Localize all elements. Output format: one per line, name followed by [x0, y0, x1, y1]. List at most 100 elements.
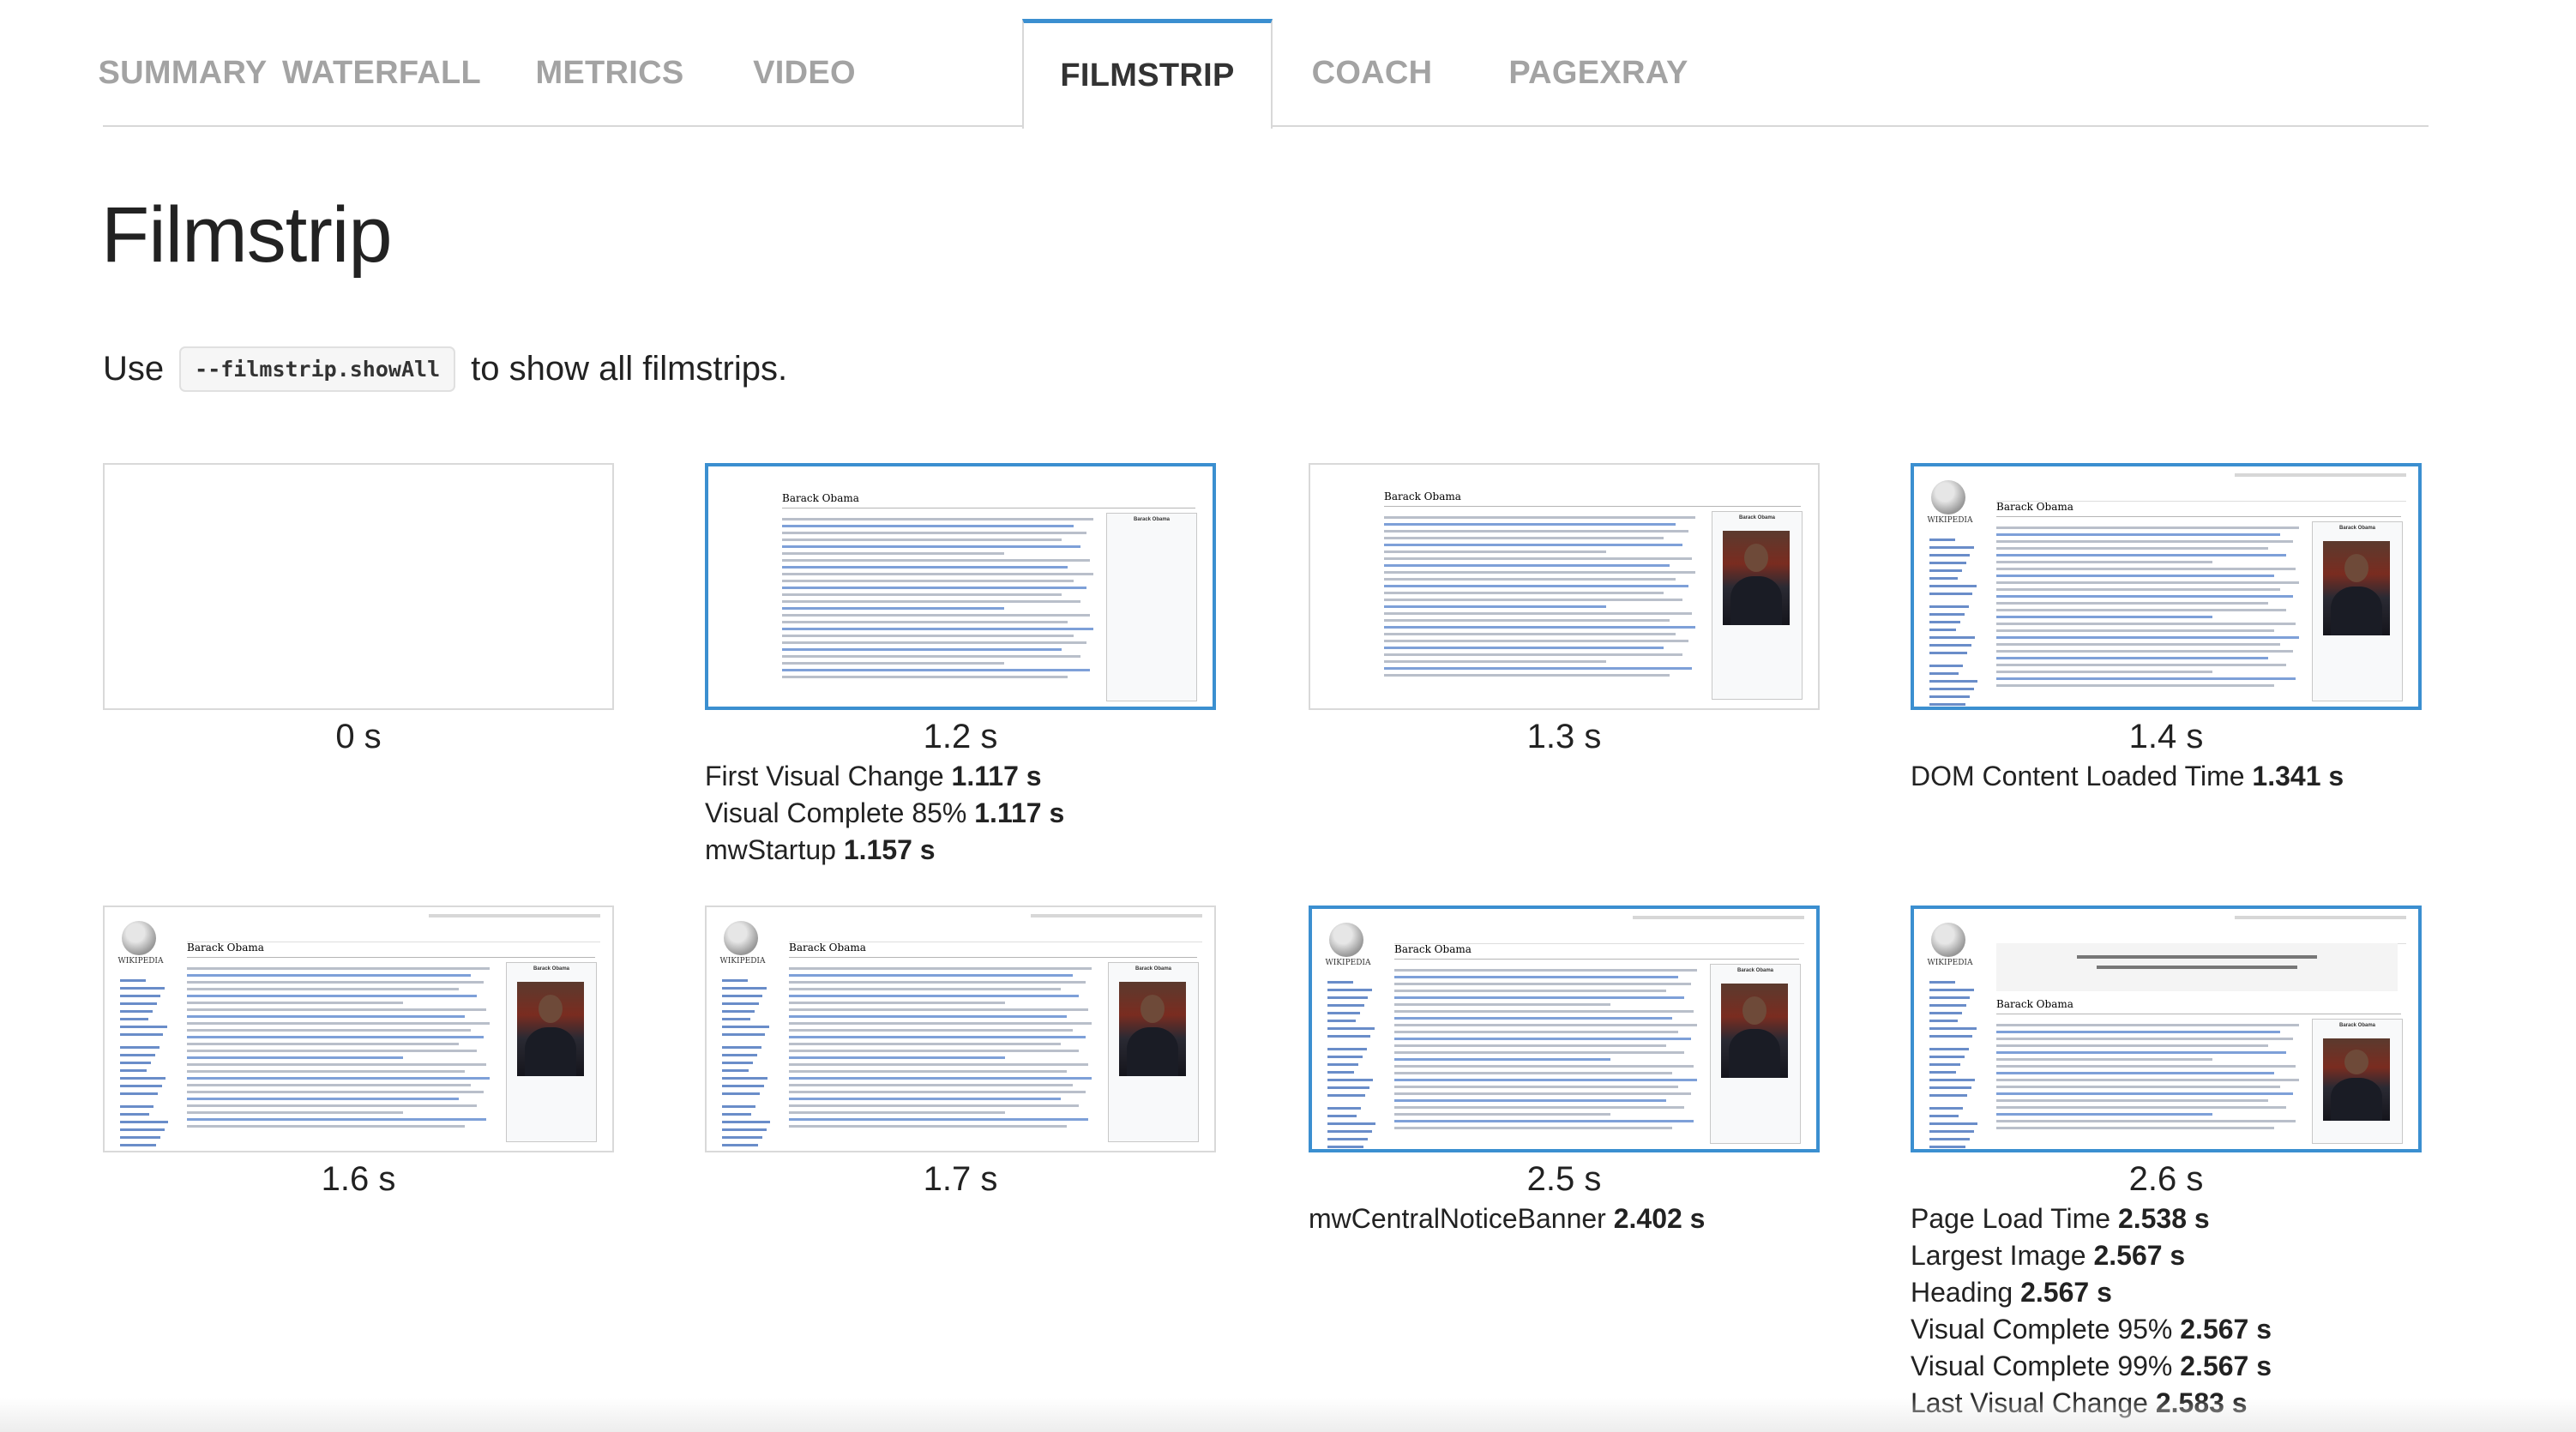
metric-value: 2.538 s — [2117, 1203, 2210, 1234]
text-lines — [789, 967, 1098, 1132]
text-lines — [1384, 516, 1701, 681]
portrait-photo — [1723, 531, 1790, 625]
portrait-suit — [2331, 1078, 2382, 1121]
portrait-photo — [2323, 1038, 2390, 1121]
tab-metrics[interactable]: METRICS — [501, 19, 719, 127]
wikipedia-wordmark: WIKIPEDIA — [719, 957, 766, 966]
frame-metric: DOM Content Loaded Time 1.341 s — [1911, 758, 2422, 795]
frame-screenshot[interactable]: Barack Obama Barack Obama — [1309, 463, 1820, 710]
metric-name: Heading — [1911, 1277, 2013, 1308]
wikipedia-wordmark: WIKIPEDIA — [1927, 516, 1973, 525]
filmstrip-frame: Barack Obama Barack Obama 1.3 s — [1309, 463, 1820, 758]
tab-summary[interactable]: SUMMARY — [98, 19, 267, 127]
tab-video[interactable]: VIDEO — [719, 19, 890, 127]
infobox-caption: Barack Obama — [2338, 526, 2376, 531]
frame-metric: Visual Complete 99% 2.567 s — [1911, 1348, 2422, 1385]
metric-name: DOM Content Loaded Time — [1911, 761, 2245, 791]
wikipedia-logo-icon — [1329, 923, 1363, 957]
portrait-suit — [1729, 1028, 1780, 1078]
filmstrip-frame: WIKIPEDIA Barack Obama Barack Obama 1.4 s DO… — [1911, 463, 2422, 795]
infobox-caption: Barack Obama — [1736, 968, 1774, 973]
wikipedia-logo-icon — [1931, 923, 1965, 957]
frame-metric: Page Load Time 2.538 s — [1911, 1200, 2422, 1237]
metric-value: 2.567 s — [2180, 1314, 2272, 1345]
title-rule — [1996, 516, 2401, 517]
filmstrip-page: SUMMARY WATERFALL METRICS VIDEO FILMSTRI… — [0, 0, 2576, 1432]
infobox-caption: Barack Obama — [1133, 517, 1171, 522]
tab-pagexray[interactable]: PAGEXRAY — [1472, 19, 1725, 127]
frame-metric: Heading 2.567 s — [1911, 1274, 2422, 1311]
central-notice-banner — [1996, 943, 2398, 991]
infobox: Barack Obama — [2312, 1019, 2403, 1144]
portrait-face — [1743, 544, 1769, 573]
frame-screenshot[interactable]: Barack Obama Barack Obama — [705, 463, 1216, 710]
page-title: Filmstrip — [101, 191, 393, 279]
frame-screenshot[interactable]: WIKIPEDIA Barack Obama Barack Obama — [103, 906, 614, 1152]
frame-screenshot[interactable] — [103, 463, 614, 710]
tab-bar: SUMMARY WATERFALL METRICS VIDEO FILMSTRI… — [98, 19, 2429, 129]
portrait-photo — [1119, 982, 1186, 1076]
frame-metric: First Visual Change 1.117 s — [705, 758, 1216, 795]
wikipedia-logo-icon — [1931, 480, 1965, 514]
title-rule — [1394, 959, 1799, 960]
frame-timestamp: 1.3 s — [1526, 718, 1602, 755]
metric-value: 2.402 s — [1613, 1203, 1706, 1234]
sidebar-links — [1327, 981, 1379, 1148]
wikipedia-wordmark: WIKIPEDIA — [1325, 959, 1371, 967]
wikipedia-logo-icon — [122, 921, 156, 955]
frame-timestamp: 2.6 s — [2128, 1160, 2204, 1198]
metric-value: 1.117 s — [974, 797, 1065, 828]
portrait-face — [538, 995, 563, 1024]
infobox: Barack Obama — [1106, 513, 1197, 701]
portrait-suit — [1127, 1026, 1178, 1076]
frame-metric: mwStartup 1.157 s — [705, 832, 1216, 869]
portrait-face — [2344, 1050, 2369, 1075]
metric-name: Visual Complete 85% — [705, 797, 967, 828]
filmstrip-frame: 0 s — [103, 463, 614, 758]
article-title: Barack Obama — [789, 942, 866, 954]
title-rule — [789, 957, 1197, 958]
metric-value: 1.341 s — [2252, 761, 2344, 791]
tab-waterfall[interactable]: WATERFALL — [262, 19, 501, 127]
portrait-suit — [1730, 575, 1782, 625]
article-title: Barack Obama — [782, 492, 859, 504]
sidebar-links — [722, 979, 773, 1146]
portrait-photo — [1721, 984, 1788, 1078]
filmstrip-hint: Use --filmstrip.showAll to show all film… — [103, 346, 788, 392]
infobox-caption: Barack Obama — [533, 966, 570, 972]
tab-filmstrip[interactable]: FILMSTRIP — [1022, 19, 1273, 129]
frame-timestamp: 1.2 s — [923, 718, 998, 755]
frame-screenshot[interactable]: WIKIPEDIA Barack Obama Barack Obama — [1911, 463, 2422, 710]
frame-timestamp: 1.4 s — [2128, 718, 2204, 755]
frame-screenshot[interactable]: WIKIPEDIA Barack Obama Barack Obama — [1309, 906, 1820, 1152]
title-rule — [1384, 506, 1801, 507]
frame-metric: Largest Image 2.567 s — [1911, 1237, 2422, 1274]
frame-timestamp: 0 s — [335, 718, 382, 755]
infobox: Barack Obama — [1108, 962, 1199, 1142]
article-title: Barack Obama — [1384, 490, 1461, 502]
frame-screenshot[interactable]: WIKIPEDIA Barack Obama Barack Obama — [1911, 906, 2422, 1152]
portrait-photo — [517, 982, 584, 1076]
article-title: Barack Obama — [187, 942, 264, 954]
personal-tools-bar — [1633, 916, 1804, 919]
personal-tools-bar — [2235, 916, 2406, 919]
frame-metric: Visual Complete 95% 2.567 s — [1911, 1311, 2422, 1348]
text-lines — [1996, 1024, 2305, 1134]
sidebar-links — [1929, 981, 1981, 1148]
infobox: Barack Obama — [1712, 511, 1803, 700]
wikipedia-wordmark: WIKIPEDIA — [1927, 959, 1973, 967]
filmstrip-frame: WIKIPEDIA Barack Obama Barack Obama 1.7 s — [705, 906, 1216, 1200]
personal-tools-bar — [429, 914, 600, 918]
text-lines — [1394, 969, 1703, 1134]
tab-coach[interactable]: COACH — [1273, 19, 1472, 127]
frame-screenshot[interactable]: WIKIPEDIA Barack Obama Barack Obama — [705, 906, 1216, 1152]
hint-suffix: to show all filmstrips. — [471, 349, 788, 388]
article-title: Barack Obama — [1394, 943, 1472, 955]
infobox-caption: Barack Obama — [2338, 1023, 2376, 1028]
infobox: Barack Obama — [1710, 964, 1801, 1144]
portrait-suit — [2331, 586, 2382, 635]
sidebar-links — [1929, 539, 1981, 706]
filmstrip-frame: Barack Obama Barack Obama 1.2 s First Visua… — [705, 463, 1216, 869]
metric-name: mwCentralNoticeBanner — [1309, 1203, 1606, 1234]
frame-timestamp: 2.5 s — [1526, 1160, 1602, 1198]
